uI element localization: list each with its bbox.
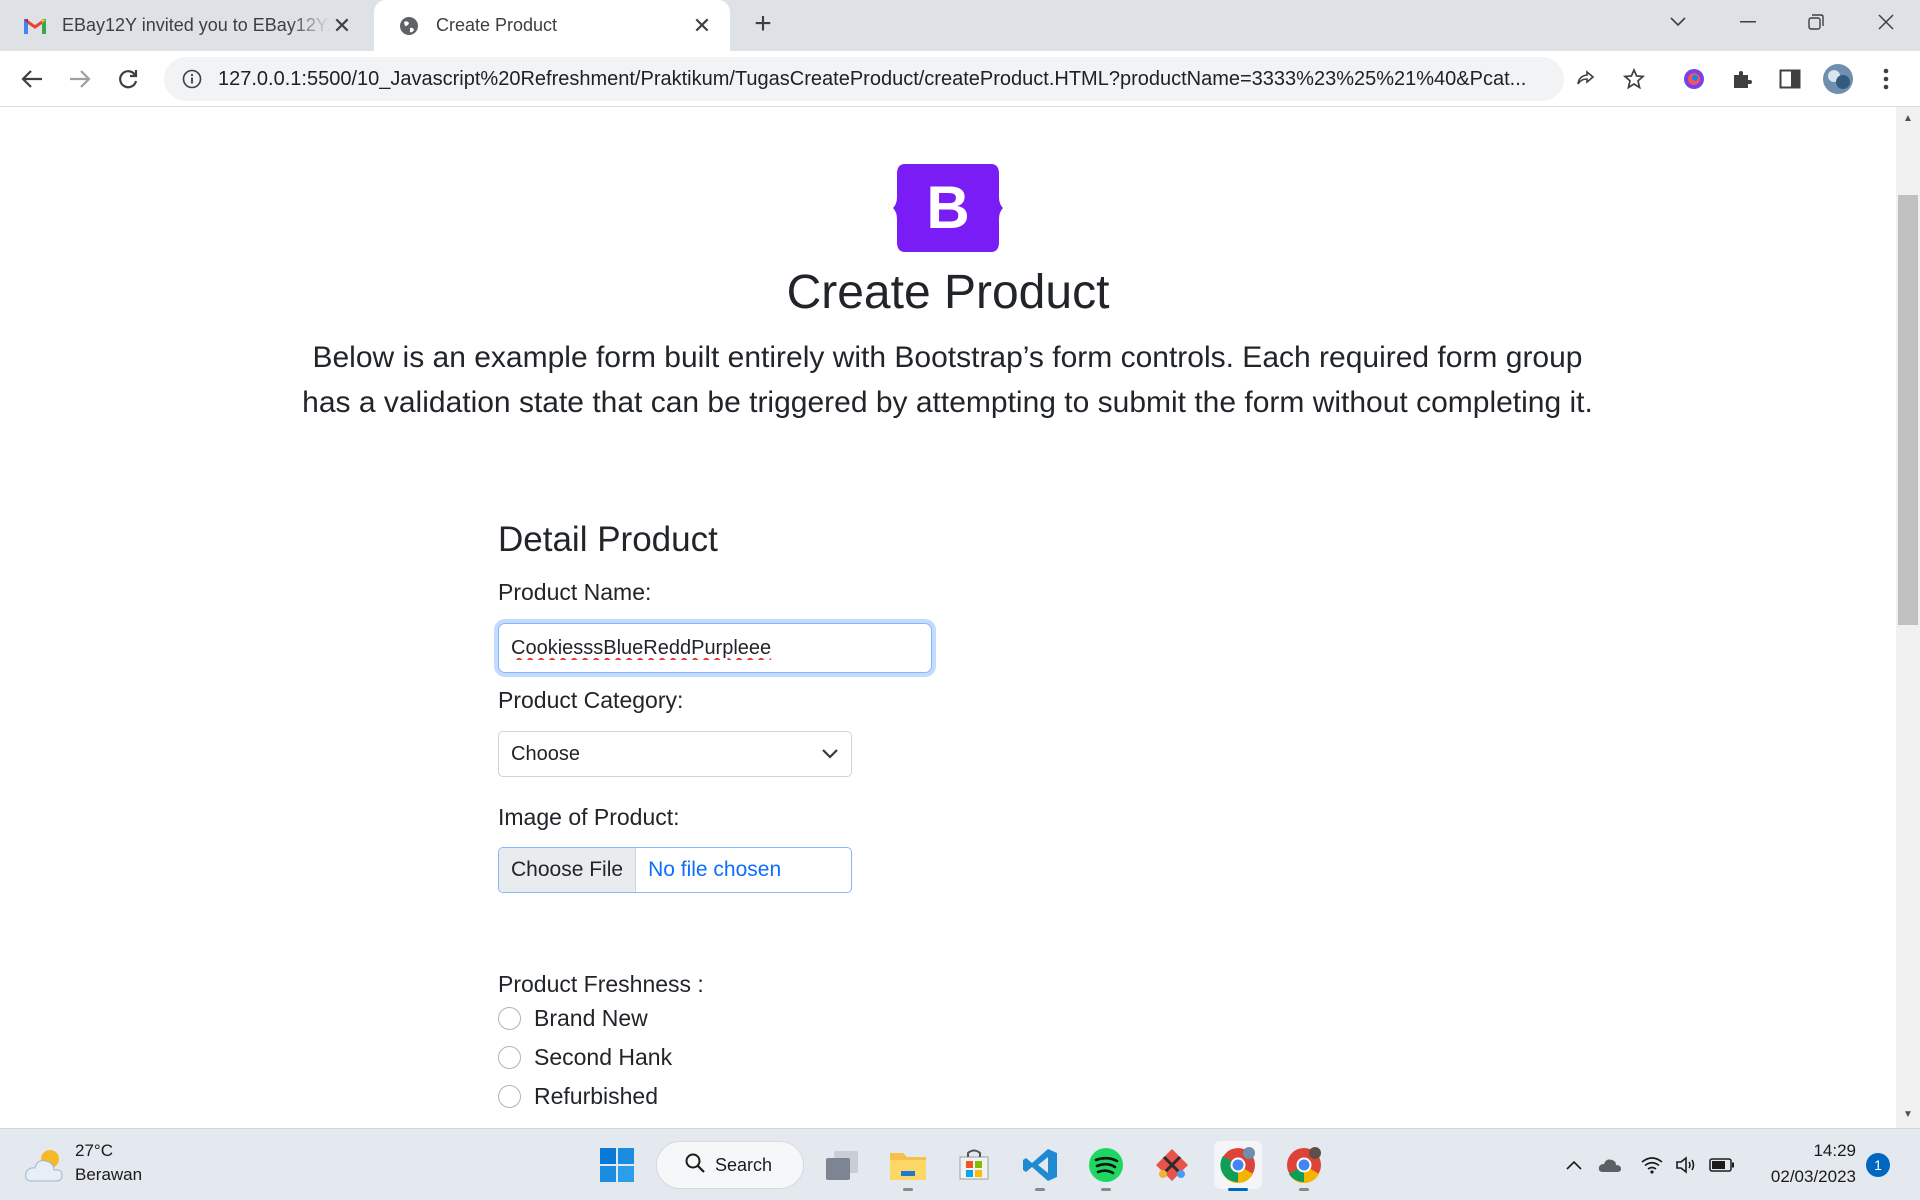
onedrive-cloud-icon[interactable]: [1596, 1151, 1624, 1179]
tab-create-product[interactable]: Create Product ✕: [374, 0, 730, 51]
file-explorer-icon[interactable]: [884, 1141, 932, 1191]
tab-strip: EBay12Y invited you to EBay12Y/ ✕ Create…: [0, 0, 1920, 51]
notification-badge[interactable]: 1: [1866, 1153, 1890, 1177]
close-tab-icon[interactable]: ✕: [690, 13, 714, 38]
chevron-down-icon: [821, 743, 839, 766]
gmail-icon: [24, 15, 46, 37]
chrome-icon-profile-2[interactable]: [1280, 1141, 1328, 1191]
windows-taskbar: 27°C Berawan Search 14:29 02/03/2023 1: [0, 1128, 1920, 1200]
volume-icon[interactable]: [1672, 1151, 1700, 1179]
url-text: 127.0.0.1:5500/10_Javascript%20Refreshme…: [218, 67, 1527, 90]
clock-time[interactable]: 14:29: [1808, 1141, 1856, 1161]
radio-label: Refurbished: [534, 1083, 659, 1109]
browser-menu-icon[interactable]: [1868, 61, 1904, 97]
product-name-label: Product Name:: [498, 579, 652, 605]
scroll-down-icon[interactable]: ▼: [1898, 1106, 1918, 1124]
tab-search-icon[interactable]: [1650, 0, 1706, 44]
product-category-select[interactable]: Choose: [498, 731, 852, 777]
product-category-value: Choose: [511, 742, 580, 765]
freshness-option-refurbished[interactable]: Refurbished: [498, 1083, 658, 1110]
product-name-input[interactable]: [498, 623, 932, 673]
running-indicator: [1035, 1188, 1045, 1191]
windows-start-icon[interactable]: [593, 1141, 641, 1189]
running-indicator: [1299, 1188, 1309, 1191]
new-tab-button[interactable]: +: [748, 9, 778, 40]
freshness-option-brand-new[interactable]: Brand New: [498, 1005, 648, 1032]
product-freshness-label: Product Freshness :: [498, 971, 704, 997]
radio-button[interactable]: [498, 1085, 521, 1108]
search-icon: [685, 1153, 705, 1178]
image-of-product-label: Image of Product:: [498, 804, 680, 830]
logo-letter: B: [926, 174, 969, 241]
browser-toolbar: 127.0.0.1:5500/10_Javascript%20Refreshme…: [0, 51, 1920, 107]
close-tab-icon[interactable]: ✕: [330, 13, 354, 38]
vscode-icon[interactable]: [1016, 1141, 1064, 1191]
running-indicator: [1228, 1188, 1248, 1191]
running-indicator: [903, 1188, 913, 1191]
radio-button[interactable]: [498, 1046, 521, 1069]
battery-icon[interactable]: [1708, 1151, 1736, 1179]
globe-icon: [398, 15, 420, 37]
weather-description[interactable]: Berawan: [75, 1165, 142, 1185]
bookmark-star-icon[interactable]: [1616, 61, 1652, 97]
scrollbar-thumb[interactable]: [1898, 195, 1918, 625]
radio-label: Second Hank: [534, 1044, 673, 1070]
tab-gmail[interactable]: EBay12Y invited you to EBay12Y/ ✕: [0, 0, 370, 51]
wifi-icon[interactable]: [1638, 1151, 1666, 1179]
address-bar[interactable]: 127.0.0.1:5500/10_Javascript%20Refreshme…: [164, 57, 1564, 101]
taskbar-search[interactable]: Search: [656, 1141, 804, 1189]
product-image-file-input[interactable]: Choose File No file chosen: [498, 847, 852, 893]
restore-icon[interactable]: [1788, 0, 1844, 44]
snipping-tool-icon[interactable]: [1148, 1141, 1196, 1189]
show-hidden-icons-icon[interactable]: [1560, 1151, 1588, 1179]
task-view-icon[interactable]: [818, 1141, 866, 1189]
microsoft-store-icon[interactable]: [950, 1141, 998, 1189]
search-label: Search: [715, 1154, 773, 1175]
freshness-option-second-hank[interactable]: Second Hank: [498, 1044, 672, 1071]
scroll-up-icon[interactable]: ▲: [1898, 110, 1918, 128]
tab-title: Create Product: [436, 15, 558, 35]
forward-icon[interactable]: [62, 61, 98, 97]
profile-avatar-icon[interactable]: [1820, 61, 1856, 97]
page-content: B Create Product Below is an example for…: [0, 107, 1896, 1128]
reload-icon[interactable]: [110, 61, 146, 97]
minimize-icon[interactable]: [1720, 0, 1776, 44]
tab-title: EBay12Y invited you to EBay12Y/: [62, 15, 330, 35]
close-window-icon[interactable]: [1858, 0, 1914, 44]
page-lead: Below is an example form built entirely …: [302, 341, 1593, 419]
radio-label: Brand New: [534, 1005, 648, 1031]
radio-button[interactable]: [498, 1007, 521, 1030]
file-status: No file chosen: [648, 858, 782, 881]
section-heading: Detail Product: [498, 520, 718, 559]
weather-temperature[interactable]: 27°C: [75, 1141, 113, 1161]
clock-date[interactable]: 02/03/2023: [1762, 1167, 1856, 1187]
page-title: Create Product: [786, 266, 1110, 319]
bootstrap-logo: B: [893, 164, 1003, 252]
product-category-label: Product Category:: [498, 687, 684, 713]
side-panel-icon[interactable]: [1772, 61, 1808, 97]
choose-file-button[interactable]: Choose File: [499, 848, 637, 892]
chrome-icon-active[interactable]: [1214, 1141, 1262, 1191]
site-info-icon[interactable]: [180, 67, 204, 91]
spotify-icon[interactable]: [1082, 1141, 1130, 1191]
back-icon[interactable]: [14, 61, 50, 97]
running-indicator: [1101, 1188, 1111, 1191]
share-icon[interactable]: [1568, 61, 1604, 97]
extensions-puzzle-icon[interactable]: [1724, 61, 1760, 97]
extension-firefox-relay-icon[interactable]: [1676, 61, 1712, 97]
weather-cloud-icon[interactable]: [24, 1145, 68, 1185]
